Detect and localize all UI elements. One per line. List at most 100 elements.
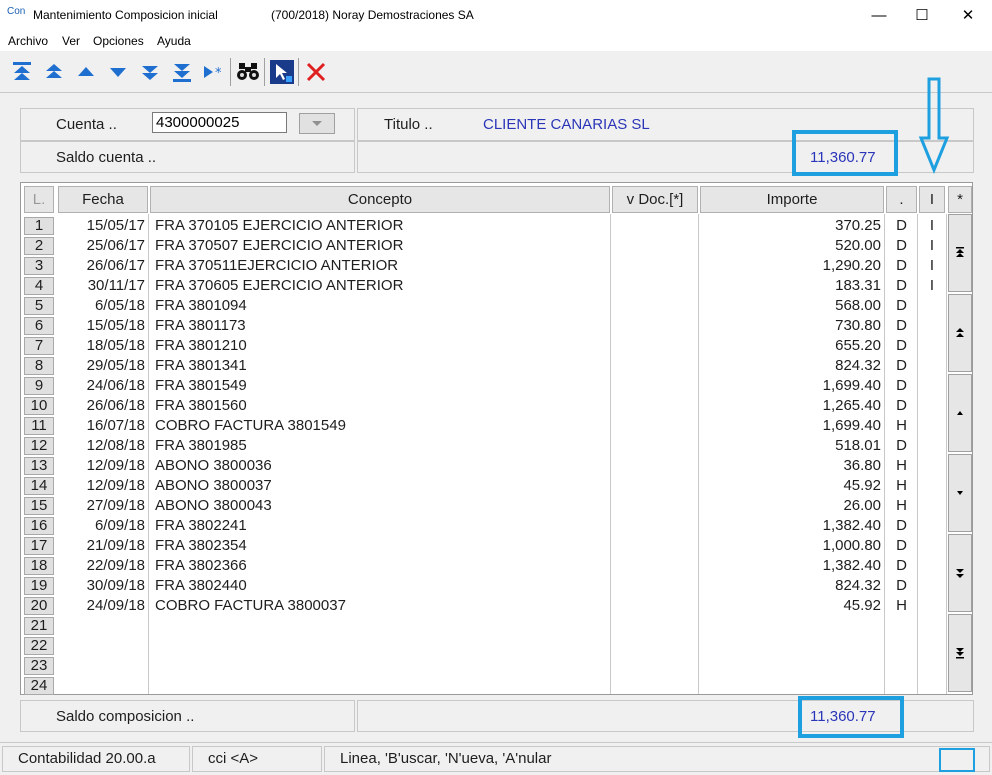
cell-importe[interactable]: 1,290.20 xyxy=(700,256,881,276)
cell-importe[interactable]: 1,382.40 xyxy=(700,516,881,536)
cell-importe[interactable]: 183.31 xyxy=(700,276,881,296)
cell-dh[interactable]: D xyxy=(886,396,917,416)
down-icon[interactable] xyxy=(106,60,130,84)
cell-fecha[interactable]: 6/05/18 xyxy=(58,296,145,316)
cell-importe[interactable]: 26.00 xyxy=(700,496,881,516)
row-number[interactable]: 18 xyxy=(24,557,54,575)
row-number[interactable]: 3 xyxy=(24,257,54,275)
cell-concepto[interactable]: FRA 3802366 xyxy=(155,556,605,576)
cell-fecha[interactable]: 27/09/18 xyxy=(58,496,145,516)
col-header-new[interactable]: * xyxy=(948,186,972,213)
cell-dh[interactable]: D xyxy=(886,516,917,536)
cell-importe[interactable]: 1,699.40 xyxy=(700,376,881,396)
cell-concepto[interactable]: FRA 370507 EJERCICIO ANTERIOR xyxy=(155,236,605,256)
cell-concepto[interactable]: COBRO FACTURA 3801549 xyxy=(155,416,605,436)
cell-importe[interactable] xyxy=(700,616,881,636)
cell-dh[interactable]: D xyxy=(886,256,917,276)
cell-fecha[interactable]: 22/09/18 xyxy=(58,556,145,576)
row-number[interactable]: 4 xyxy=(24,277,54,295)
cell-fecha[interactable]: 15/05/17 xyxy=(58,216,145,236)
cell-concepto[interactable] xyxy=(155,616,605,636)
cell-fecha[interactable]: 24/06/18 xyxy=(58,376,145,396)
cell-dh[interactable]: H xyxy=(886,496,917,516)
row-number[interactable]: 19 xyxy=(24,577,54,595)
cell-concepto[interactable]: FRA 370105 EJERCICIO ANTERIOR xyxy=(155,216,605,236)
cell-importe[interactable]: 1,000.80 xyxy=(700,536,881,556)
cell-dh[interactable]: D xyxy=(886,336,917,356)
menu-ver[interactable]: Ver xyxy=(62,34,80,48)
minimize-button[interactable]: — xyxy=(856,0,902,31)
row-number[interactable]: 12 xyxy=(24,437,54,455)
cell-dh[interactable]: H xyxy=(886,476,917,496)
cell-dh[interactable] xyxy=(886,676,917,696)
cell-dh[interactable]: D xyxy=(886,276,917,296)
cell-fecha[interactable]: 30/11/17 xyxy=(58,276,145,296)
cell-i[interactable] xyxy=(919,636,945,656)
cell-fecha[interactable]: 12/08/18 xyxy=(58,436,145,456)
row-number[interactable]: 22 xyxy=(24,637,54,655)
cell-concepto[interactable]: FRA 3802440 xyxy=(155,576,605,596)
row-number[interactable]: 20 xyxy=(24,597,54,615)
cell-importe[interactable]: 824.32 xyxy=(700,576,881,596)
col-header-line[interactable]: L. xyxy=(24,186,54,213)
cell-i[interactable] xyxy=(919,336,945,356)
menu-archivo[interactable]: Archivo xyxy=(8,34,48,48)
cell-importe[interactable]: 45.92 xyxy=(700,476,881,496)
col-header-concepto[interactable]: Concepto xyxy=(150,186,610,213)
cell-fecha[interactable]: 26/06/18 xyxy=(58,396,145,416)
first-icon[interactable] xyxy=(10,60,34,84)
cell-i[interactable] xyxy=(919,376,945,396)
cell-importe[interactable]: 1,382.40 xyxy=(700,556,881,576)
cell-dh[interactable]: H xyxy=(886,456,917,476)
cell-fecha[interactable]: 25/06/17 xyxy=(58,236,145,256)
cell-i[interactable]: I xyxy=(919,276,945,296)
cell-i[interactable] xyxy=(919,416,945,436)
cell-fecha[interactable]: 12/09/18 xyxy=(58,456,145,476)
cell-dh[interactable] xyxy=(886,656,917,676)
row-number[interactable]: 9 xyxy=(24,377,54,395)
cell-i[interactable] xyxy=(919,296,945,316)
cell-importe[interactable] xyxy=(700,656,881,676)
menu-ayuda[interactable]: Ayuda xyxy=(157,34,191,48)
cell-dh[interactable] xyxy=(886,616,917,636)
cell-i[interactable] xyxy=(919,396,945,416)
cell-dh[interactable]: D xyxy=(886,356,917,376)
cell-concepto[interactable]: FRA 370511EJERCICIO ANTERIOR xyxy=(155,256,605,276)
cell-fecha[interactable]: 29/05/18 xyxy=(58,356,145,376)
up-icon[interactable] xyxy=(74,60,98,84)
cuenta-dropdown-button[interactable] xyxy=(299,113,335,134)
cell-dh[interactable]: D xyxy=(886,296,917,316)
cell-i[interactable]: I xyxy=(919,216,945,236)
cell-fecha[interactable] xyxy=(58,656,145,676)
row-number[interactable]: 13 xyxy=(24,457,54,475)
row-number[interactable]: 1 xyxy=(24,217,54,235)
cell-importe[interactable]: 518.01 xyxy=(700,436,881,456)
cell-i[interactable] xyxy=(919,316,945,336)
cell-i[interactable] xyxy=(919,576,945,596)
row-number[interactable]: 5 xyxy=(24,297,54,315)
cell-concepto[interactable]: ABONO 3800037 xyxy=(155,476,605,496)
cell-i[interactable] xyxy=(919,496,945,516)
cell-importe[interactable] xyxy=(700,636,881,656)
cell-concepto[interactable]: FRA 3801985 xyxy=(155,436,605,456)
cell-dh[interactable]: H xyxy=(886,596,917,616)
cell-i[interactable] xyxy=(919,456,945,476)
cell-importe[interactable]: 1,699.40 xyxy=(700,416,881,436)
cell-fecha[interactable]: 15/05/18 xyxy=(58,316,145,336)
cell-concepto[interactable]: ABONO 3800043 xyxy=(155,496,605,516)
close-button[interactable]: ✕ xyxy=(945,0,991,31)
cell-importe[interactable]: 1,265.40 xyxy=(700,396,881,416)
cell-concepto[interactable]: FRA 3801549 xyxy=(155,376,605,396)
cell-i[interactable] xyxy=(919,476,945,496)
cell-fecha[interactable]: 21/09/18 xyxy=(58,536,145,556)
last-icon[interactable] xyxy=(170,60,194,84)
cell-concepto[interactable] xyxy=(155,676,605,696)
col-header-fecha[interactable]: Fecha xyxy=(58,186,148,213)
cell-dh[interactable]: D xyxy=(886,576,917,596)
cell-concepto[interactable]: FRA 3801341 xyxy=(155,356,605,376)
cell-dh[interactable]: D xyxy=(886,236,917,256)
row-number[interactable]: 15 xyxy=(24,497,54,515)
row-number[interactable]: 24 xyxy=(24,677,54,695)
cell-i[interactable]: I xyxy=(919,256,945,276)
cell-importe[interactable]: 520.00 xyxy=(700,236,881,256)
